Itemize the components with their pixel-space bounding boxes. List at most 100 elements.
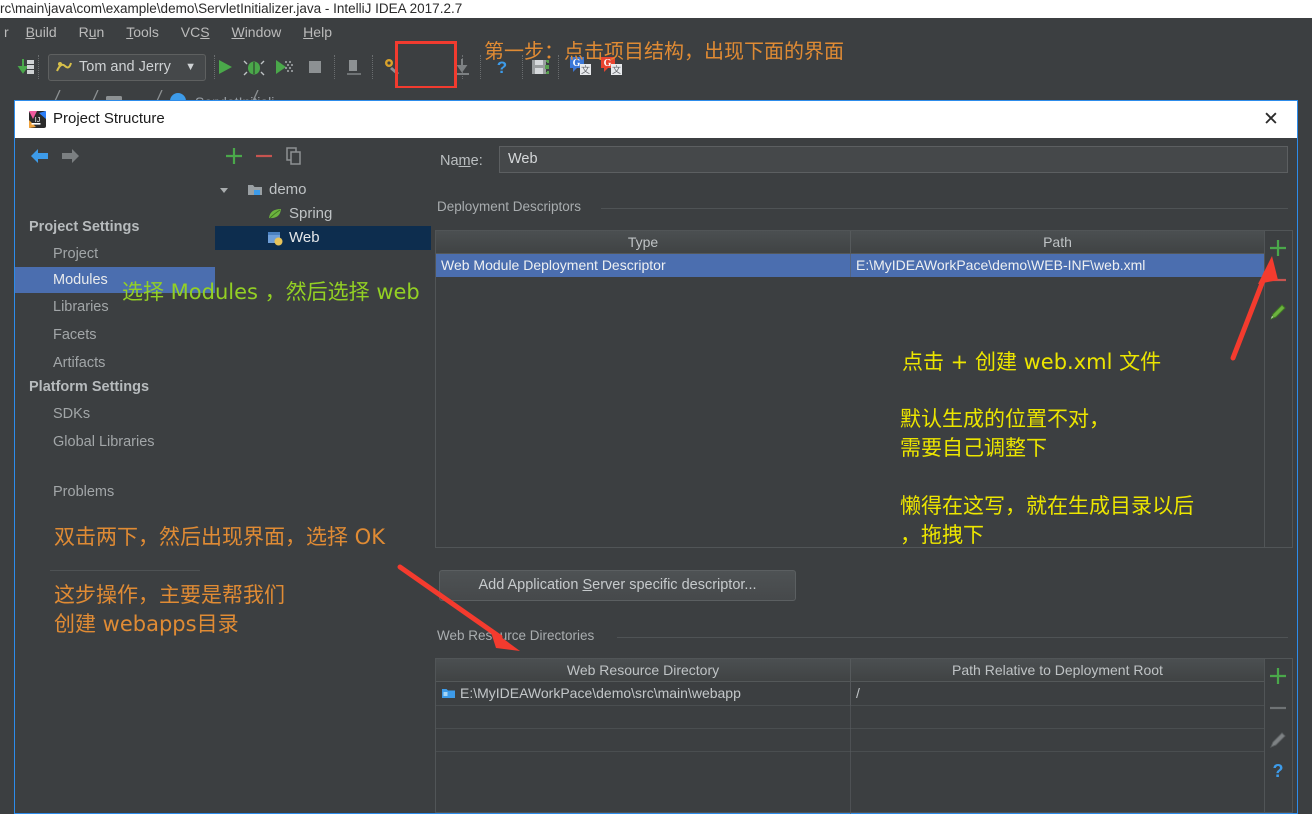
annotation-position-hint-line2: 需要自己调整下 [900, 436, 1047, 460]
section-rule [601, 208, 1288, 209]
close-icon[interactable]: ✕ [1259, 108, 1283, 132]
annotation-lazy-hint-line2: ，拖拽下 [900, 523, 984, 547]
cell-web-resource-directory: E:\MyIDEAWorkPace\demo\src\main\webapp [460, 685, 741, 701]
annotation-plus-hint: 点击 + 创建 web.xml 文件 [902, 350, 1162, 374]
spring-leaf-icon [269, 209, 281, 219]
annotation-webapps-hint-line1: 这步操作，主要是帮我们 [54, 583, 285, 607]
deployment-descriptors-title: Deployment Descriptors [437, 199, 588, 214]
build-icon [347, 60, 361, 75]
column-header-path[interactable]: Path [851, 231, 1264, 254]
dialog-title-bar: IJ Project Structure ✕ [15, 101, 1297, 138]
chevron-down-icon: ▼ [185, 61, 196, 73]
toolbar-separator [372, 55, 374, 79]
name-input[interactable]: Web [499, 146, 1288, 173]
add-icon[interactable] [1267, 237, 1289, 259]
tree-node-label: Spring [289, 205, 333, 222]
nav-divider [50, 570, 200, 571]
nav-group-platform-settings: Platform Settings [29, 379, 150, 395]
section-rule [617, 637, 1288, 638]
menu-item-vcs[interactable]: VCS [172, 18, 219, 46]
remove-icon[interactable] [1267, 269, 1289, 291]
menu-item-run[interactable]: Run [70, 18, 114, 46]
run-config-icon [56, 62, 72, 72]
annotation-step1: 第一步：点击项目结构，出现下面的界面 [484, 39, 844, 63]
nav-item-problems[interactable]: Problems [15, 479, 215, 505]
nav-item-facets[interactable]: Facets [15, 322, 215, 348]
cell-type: Web Module Deployment Descriptor [441, 257, 666, 273]
tree-node-demo[interactable]: demo [215, 178, 431, 202]
help-icon[interactable]: ? [1267, 759, 1289, 781]
annotation-lazy-hint-line1: 懒得在这写，就在生成目录以后 [900, 494, 1194, 518]
nav-item-global-libraries[interactable]: Global Libraries [15, 429, 215, 455]
menu-item-window[interactable]: Window [222, 18, 290, 46]
run-with-coverage-icon[interactable] [273, 57, 295, 77]
run-icon[interactable] [214, 57, 236, 77]
web-resource-directories-table: Web Resource Directory Path Relative to … [435, 658, 1265, 814]
nav-group-project-settings: Project Settings [29, 219, 140, 235]
table-header: Type Path [436, 231, 1264, 254]
tree-node-spring[interactable]: Spring [215, 202, 431, 226]
ide-window-title: rc\main\java\com\example\demo\ServletIni… [0, 0, 1312, 18]
edit-pencil-icon[interactable] [1267, 301, 1289, 323]
project-structure-highlight-box [395, 41, 457, 89]
dialog-title: Project Structure [53, 110, 165, 127]
annotation-webapps-hint-line2: 创建 webapps目录 [54, 612, 239, 636]
cell-relative-path: / [856, 685, 860, 701]
edit-pencil-icon [1270, 732, 1286, 748]
run-configuration-selector[interactable]: Tom and Jerry ▼ [48, 54, 206, 81]
annotation-dblclick-hint: 双击两下，然后出现界面，选择 OK [54, 525, 385, 549]
nav-item-sdks[interactable]: SDKs [15, 401, 215, 427]
debug-icon[interactable] [243, 57, 265, 77]
nav-item-project[interactable]: Project [15, 241, 215, 267]
name-field-label: Name: [440, 153, 483, 169]
remove-icon[interactable] [253, 145, 275, 167]
annotation-modules-hint: 选择 Modules ，然后选择 web [122, 280, 420, 304]
cell-path: E:\MyIDEAWorkPace\demo\WEB-INF\web.xml [856, 257, 1146, 273]
column-header-web-resource-directory[interactable]: Web Resource Directory [436, 659, 850, 682]
module-folder-icon [248, 185, 262, 195]
project-structure-dialog: IJ Project Structure ✕ Project Settings … [14, 100, 1298, 814]
add-icon[interactable] [1267, 665, 1289, 687]
module-tree-toolbar [215, 138, 431, 172]
toolbar-separator [334, 55, 336, 79]
toolbar-separator [38, 55, 40, 79]
deployment-descriptors-buttons [1265, 230, 1293, 548]
svg-text:IJ: IJ [35, 117, 40, 124]
tree-node-web[interactable]: Web [215, 226, 431, 250]
web-resource-directories-buttons: ? [1265, 658, 1293, 813]
arrow-right-icon[interactable] [59, 146, 81, 166]
table-row[interactable]: Web Module Deployment Descriptor E:\MyID… [436, 254, 1264, 277]
arrow-left-icon[interactable] [29, 146, 51, 166]
tree-node-label: demo [269, 181, 307, 198]
copy-icon[interactable] [283, 145, 305, 167]
chevron-down-icon[interactable] [220, 188, 228, 197]
svg-text:?: ? [1273, 761, 1284, 781]
settings-nav-pane: Project Settings Project Modules Librari… [15, 138, 216, 813]
svg-text:文: 文 [581, 64, 590, 75]
annotation-position-hint-line1: 默认生成的位置不对， [900, 407, 1110, 431]
menu-item-build[interactable]: Build [17, 18, 66, 46]
dialog-body: Project Settings Project Modules Librari… [15, 138, 1297, 814]
module-settings-pane: Name: Web Deployment Descriptors Type Pa… [431, 138, 1297, 814]
column-header-relative-path[interactable]: Path Relative to Deployment Root [851, 659, 1264, 682]
menu-item-tools[interactable]: Tools [117, 18, 168, 46]
remove-icon [1270, 706, 1286, 710]
update-project-icon[interactable] [16, 57, 36, 77]
column-header-type[interactable]: Type [436, 231, 850, 254]
stop-icon [309, 61, 321, 73]
run-configuration-label: Tom and Jerry [79, 59, 171, 75]
column-divider-body [850, 682, 851, 814]
toolbar-separator [480, 55, 482, 79]
intellij-idea-icon: IJ [29, 111, 46, 128]
nav-item-artifacts[interactable]: Artifacts [15, 350, 215, 376]
svg-text:文: 文 [612, 64, 621, 75]
menu-item-help[interactable]: Help [294, 18, 341, 46]
cell-divider [850, 254, 851, 277]
web-facet-icon [268, 232, 283, 246]
web-resource-directories-title: Web Resource Directories [437, 628, 601, 643]
table-header: Web Resource Directory Path Relative to … [436, 659, 1264, 682]
module-tree-pane: demo Spring Web [215, 138, 432, 813]
add-icon[interactable] [223, 145, 245, 167]
add-application-server-descriptor-button[interactable]: Add Application Server specific descript… [439, 570, 796, 601]
menu-item-r[interactable]: r [0, 18, 13, 46]
